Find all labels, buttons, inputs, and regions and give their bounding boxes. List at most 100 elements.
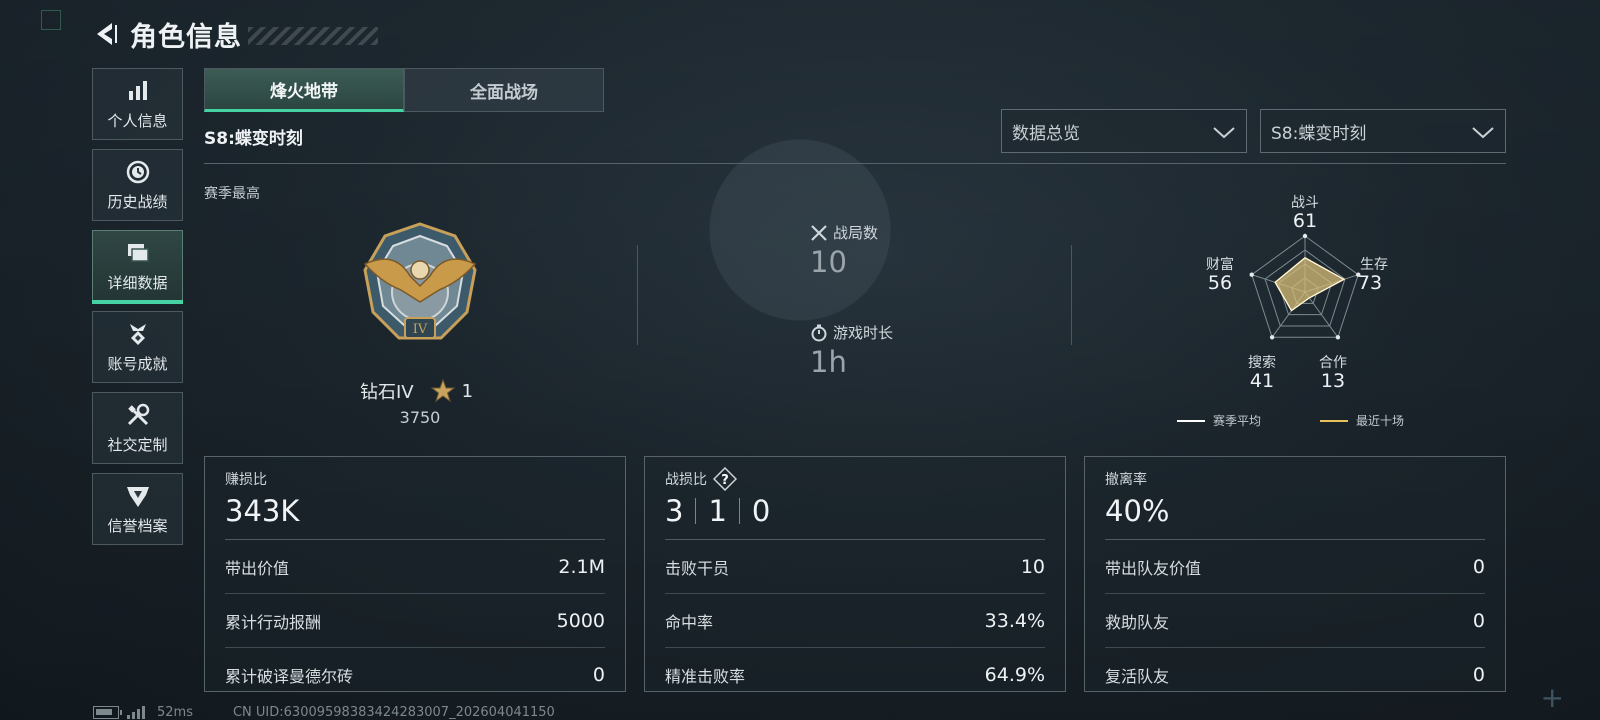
row-label: 累计破译曼德尔砖 — [225, 667, 354, 686]
row-value: 33.4% — [984, 609, 1045, 632]
page-title: 角色信息 — [130, 21, 242, 53]
stat-row: 命中率 33.4% — [665, 594, 1045, 648]
signal-icon — [127, 705, 147, 719]
history-clock-icon — [126, 160, 149, 183]
page-header: 角色信息 — [92, 14, 378, 54]
sidebar-item-history[interactable]: 历史战绩 — [92, 149, 183, 221]
svg-text:?: ? — [721, 473, 729, 488]
divider — [738, 498, 740, 524]
legend-recent: 最近十场 — [1320, 412, 1404, 429]
stat-row: 精准击败率 64.9% — [665, 648, 1045, 702]
sidebar-item-label: 信誉档案 — [107, 516, 168, 535]
radar-value-cooperation: 13 — [1320, 370, 1346, 392]
radar-axis-dot — [1249, 272, 1254, 277]
row-value: 64.9% — [984, 664, 1045, 686]
crossed-swords-icon — [811, 224, 827, 241]
season-title: S8:蝶变时刻 — [204, 129, 303, 149]
radar-axis-dot — [1269, 335, 1275, 340]
row-value: 10 — [1020, 555, 1045, 578]
row-label: 复活队友 — [1105, 667, 1170, 686]
row-value: 0 — [592, 664, 605, 686]
extract-title: 撤离率 — [1105, 472, 1147, 488]
extract-card: 撤离率 40% 带出队友价值 0 救助队友 0 复活队友 0 — [1084, 456, 1506, 692]
radar-label-cooperation: 合作 — [1319, 355, 1347, 371]
row-label: 带出队友价值 — [1105, 558, 1202, 578]
tools-icon — [127, 403, 149, 425]
achievement-icon — [129, 323, 146, 345]
row-value: 0 — [1472, 664, 1485, 686]
row-label: 击败干员 — [665, 558, 730, 578]
radar-axis-dot — [1302, 233, 1308, 239]
title-stripes-decoration — [248, 27, 378, 45]
plus-decoration-icon: + — [1540, 681, 1564, 714]
view-dropdown[interactable]: 数据总览 — [1001, 109, 1247, 153]
sidebar-item-social[interactable]: 社交定制 — [92, 392, 183, 464]
row-value: 2.1M — [558, 555, 605, 578]
divider — [695, 498, 697, 524]
stat-row: 带出价值 2.1M — [225, 540, 605, 594]
bar-chart-icon — [128, 80, 147, 100]
divider — [204, 163, 1506, 164]
row-value: 0 — [1472, 555, 1485, 578]
season-dropdown-value: S8:蝶变时刻 — [1271, 123, 1367, 144]
radar-value-survival: 73 — [1357, 272, 1383, 294]
svg-text:IV: IV — [413, 322, 428, 337]
row-label: 累计行动报酬 — [225, 612, 322, 632]
help-icon[interactable]: ? — [713, 467, 737, 491]
divider — [637, 245, 638, 345]
season-dropdown[interactable]: S8:蝶变时刻 — [1260, 109, 1506, 153]
legend-label: 最近十场 — [1356, 414, 1405, 428]
row-label: 带出价值 — [225, 558, 290, 578]
matches-value: 10 — [810, 245, 847, 279]
tab-fenghuo[interactable]: 烽火地带 — [204, 68, 404, 112]
season-best-label: 赛季最高 — [204, 186, 260, 202]
back-arrow-icon[interactable] — [92, 20, 120, 48]
kd-assists: 0 — [751, 494, 771, 528]
rank-emblem-icon: IV — [363, 222, 477, 340]
sidebar-nav: 个人信息 历史战绩 详细数据 账号成就 社交定制 信誉档案 — [92, 68, 183, 554]
radar-value-wealth: 56 — [1207, 272, 1233, 294]
kd-title: 战损比 — [665, 472, 707, 488]
chevron-down-icon — [1213, 127, 1235, 139]
radar-label-wealth: 财富 — [1206, 257, 1234, 273]
stat-row: 击败干员 10 — [665, 540, 1045, 594]
rank-stars: 1 — [461, 380, 474, 402]
tab-full-battlefield[interactable]: 全面战场 — [404, 68, 604, 112]
rank-name: 钻石IV — [360, 382, 414, 403]
sidebar-item-label: 账号成就 — [107, 354, 168, 373]
stat-row: 带出队友价值 0 — [1105, 540, 1485, 594]
kd-card: 战损比 ? 3 1 0 击败干员 10 命中率 33.4% 精准击败率 64.9… — [644, 456, 1066, 692]
legend-label: 赛季平均 — [1213, 414, 1262, 428]
row-value: 5000 — [556, 609, 605, 632]
credit-shield-icon — [126, 486, 149, 507]
rank-score: 3750 — [399, 408, 441, 427]
playtime-value: 1h — [810, 345, 847, 379]
kd-title-row: 战损比 ? — [665, 467, 1045, 491]
profit-value: 343K — [225, 494, 300, 528]
sidebar-item-label: 个人信息 — [107, 111, 168, 130]
playtime-label: 游戏时长 — [833, 324, 894, 342]
extract-value: 40% — [1105, 494, 1170, 528]
mode-tabs: 烽火地带 全面战场 — [204, 68, 604, 112]
sidebar-item-credit[interactable]: 信誉档案 — [92, 473, 183, 545]
legend-line-white — [1177, 419, 1205, 422]
kd-deaths: 1 — [708, 494, 727, 528]
radar-chart: 战斗 61 生存 73 合作 13 搜索 41 财富 56 — [1195, 188, 1415, 408]
legend-line-gold — [1320, 419, 1348, 422]
legend-season-avg: 赛季平均 — [1177, 412, 1261, 429]
sidebar-item-personal-info[interactable]: 个人信息 — [92, 68, 183, 140]
sidebar-item-detailed-data[interactable]: 详细数据 — [92, 230, 183, 304]
battery-icon — [93, 705, 122, 719]
radar-label-search: 搜索 — [1248, 355, 1276, 371]
chevron-down-icon — [1472, 127, 1494, 139]
radar-value-combat: 61 — [1292, 210, 1318, 232]
profit-title: 赚损比 — [225, 472, 267, 488]
sidebar-item-achievements[interactable]: 账号成就 — [92, 311, 183, 383]
rank-info: 钻石IV 1 — [360, 378, 473, 404]
stopwatch-icon — [811, 324, 827, 341]
stat-row: 复活队友 0 — [1105, 648, 1485, 702]
radar-label-combat: 战斗 — [1291, 195, 1319, 211]
row-value: 0 — [1472, 609, 1485, 632]
radar-axis-dot — [1335, 335, 1341, 340]
ping-value: 52ms — [157, 704, 193, 720]
